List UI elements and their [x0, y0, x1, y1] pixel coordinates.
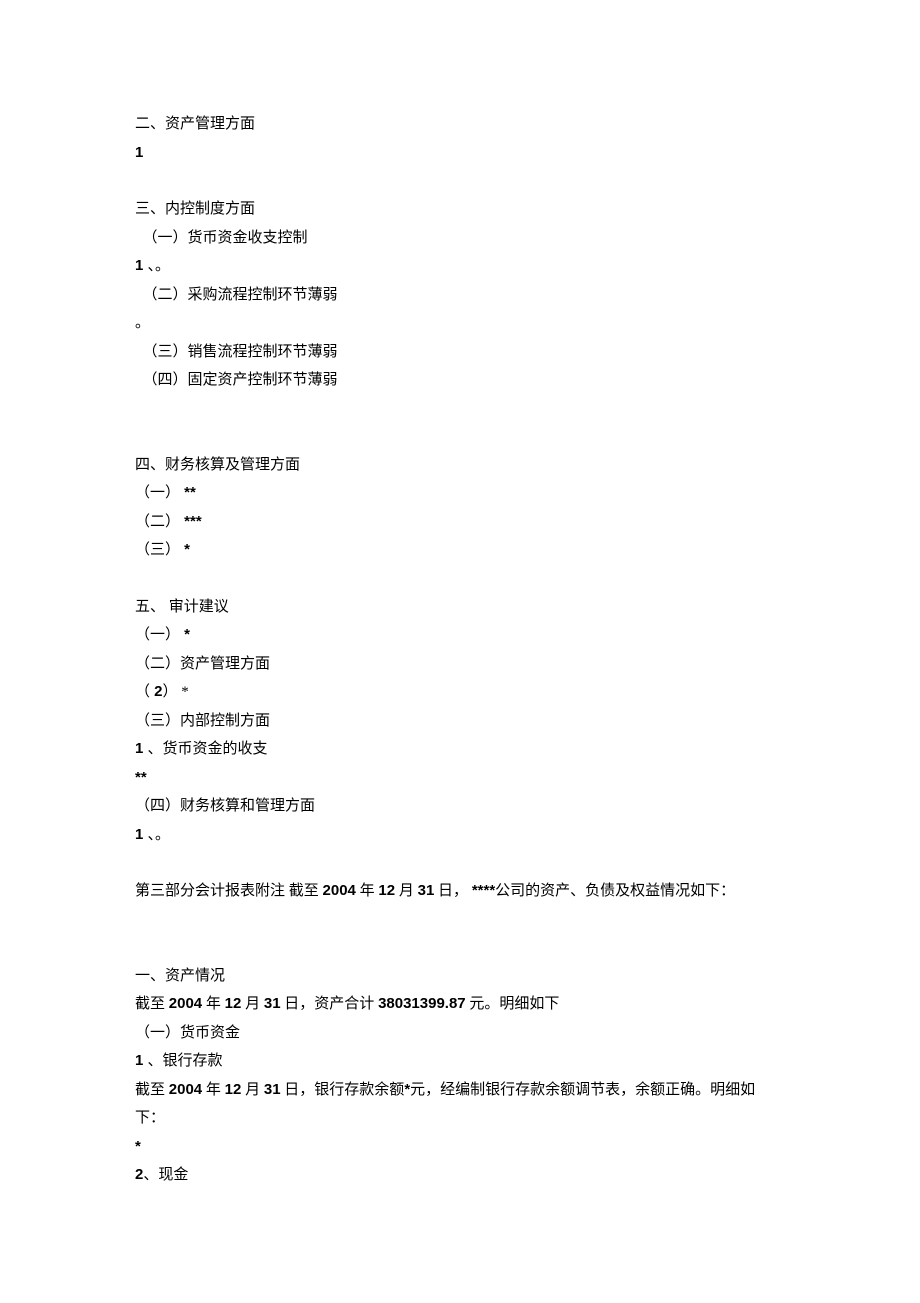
heading-5: 五、 审计建议 — [135, 593, 785, 622]
item-cash: 2、现金 — [135, 1161, 785, 1190]
heading-5-2: （二）资产管理方面 — [135, 650, 785, 679]
item-3-2-dot: 。 — [135, 309, 785, 338]
item-5-3-1-stars: ** — [135, 764, 785, 793]
item-5-3-1: 1 、货币资金的收支 — [135, 735, 785, 764]
bank-deposit-star: * — [135, 1133, 785, 1162]
heading-3-4: （四）固定资产控制环节薄弱 — [135, 366, 785, 395]
blank-line — [135, 167, 785, 195]
bank-deposit-line: 截至 2004 年 12 月 31 日，银行存款余额*元，经编制银行存款余额调节… — [135, 1076, 785, 1133]
heading-3-1: （一）货币资金收支控制 — [135, 224, 785, 253]
blank-line — [135, 906, 785, 934]
heading-3: 三、内控制度方面 — [135, 195, 785, 224]
part3-heading: 第三部分会计报表附注 截至 2004 年 12 月 31 日， ****公司的资… — [135, 877, 785, 906]
item-4-3: （三） * — [135, 536, 785, 565]
item-5-1: （一） * — [135, 621, 785, 650]
item-4-1: （一） ** — [135, 479, 785, 508]
item-3-1-1: 1 、。 — [135, 252, 785, 281]
heading-2: 二、资产管理方面 — [135, 110, 785, 139]
blank-line — [135, 395, 785, 423]
heading-3-2: （二）采购流程控制环节薄弱 — [135, 281, 785, 310]
blank-line — [135, 423, 785, 451]
assets-total-line: 截至 2004 年 12 月 31 日，资产合计 38031399.87 元。明… — [135, 990, 785, 1019]
document-page: 二、资产管理方面1三、内控制度方面 （一）货币资金收支控制1 、。 （二）采购流… — [0, 0, 920, 1303]
item-5-4-1: 1 、。 — [135, 821, 785, 850]
item-5-2-2: （ 2） * — [135, 678, 785, 707]
blank-line — [135, 565, 785, 593]
item-4-2: （二） *** — [135, 508, 785, 537]
blank-line — [135, 934, 785, 962]
heading-cash: （一）货币资金 — [135, 1019, 785, 1048]
heading-3-3: （三）销售流程控制环节薄弱 — [135, 338, 785, 367]
heading-assets: 一、资产情况 — [135, 962, 785, 991]
item-2-1-number: 1 — [135, 139, 785, 168]
heading-4: 四、财务核算及管理方面 — [135, 451, 785, 480]
heading-5-4: （四）财务核算和管理方面 — [135, 792, 785, 821]
item-bank-deposit: 1 、银行存款 — [135, 1047, 785, 1076]
blank-line — [135, 849, 785, 877]
heading-5-3: （三）内部控制方面 — [135, 707, 785, 736]
